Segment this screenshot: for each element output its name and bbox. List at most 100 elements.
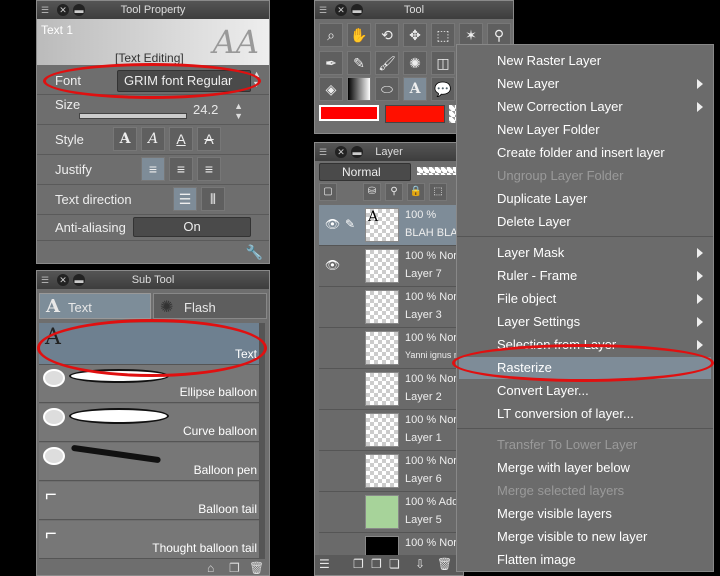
- shape-icon[interactable]: ⬭: [375, 77, 399, 101]
- fill-icon[interactable]: ◈: [319, 77, 343, 101]
- text-icon[interactable]: A: [403, 77, 427, 101]
- grip-icon[interactable]: ☰: [318, 5, 328, 15]
- align-left-icon[interactable]: ≡: [141, 157, 165, 181]
- menu-item-create-folder-insert[interactable]: Create folder and insert layer: [497, 145, 665, 160]
- new-vector-icon[interactable]: ❐: [371, 557, 382, 571]
- layer-row[interactable]: 100 % Nor Layer 2: [319, 369, 463, 410]
- zoom-icon[interactable]: ⌕: [319, 23, 343, 47]
- menu-item-new-layer[interactable]: New Layer: [497, 76, 559, 91]
- brush-icon[interactable]: 🖌: [375, 51, 399, 75]
- close-icon[interactable]: ✕: [335, 146, 347, 158]
- menu-item-duplicate-layer[interactable]: Duplicate Layer: [497, 191, 587, 206]
- vertical-text-icon[interactable]: ⦀: [201, 187, 225, 211]
- blend-mode-select[interactable]: Normal: [319, 163, 411, 181]
- layer-thumbnail: [365, 413, 399, 447]
- sub-tool-titlebar[interactable]: ☰ ✕ ▬ Sub Tool: [37, 271, 269, 289]
- pencil-icon[interactable]: ✎: [347, 51, 371, 75]
- edit-pen-icon[interactable]: ✎: [345, 217, 355, 231]
- gradient-icon[interactable]: [347, 77, 371, 101]
- visibility-eye-icon[interactable]: 👁: [325, 258, 340, 272]
- subtool-balloon-pen[interactable]: Balloon pen: [39, 443, 261, 481]
- new-raster-icon[interactable]: ❐: [353, 557, 364, 571]
- menu-item-flatten-image[interactable]: Flatten image: [497, 552, 576, 567]
- menu-item-new-correction-layer[interactable]: New Correction Layer: [497, 99, 623, 114]
- delete-layer-icon[interactable]: 🗑: [437, 557, 452, 571]
- layer-row[interactable]: 100 % Nor: [319, 533, 463, 555]
- layer-row[interactable]: 100 % Nor Layer 1: [319, 410, 463, 451]
- menu-item-new-layer-folder[interactable]: New Layer Folder: [497, 122, 600, 137]
- sub-color-swatch[interactable]: [385, 105, 445, 123]
- subtool-thought-balloon-tail[interactable]: ⌐ Thought balloon tail: [39, 521, 261, 559]
- eraser-icon[interactable]: ◫: [431, 51, 455, 75]
- hand-icon[interactable]: ✋: [347, 23, 371, 47]
- close-icon[interactable]: ✕: [57, 274, 69, 286]
- layer-row[interactable]: 100 % Add Layer 5: [319, 492, 463, 533]
- menu-item-merge-visible[interactable]: Merge visible layers: [497, 506, 612, 521]
- menu-item-new-raster-layer[interactable]: New Raster Layer: [497, 53, 601, 68]
- italic-icon[interactable]: A: [141, 127, 165, 151]
- main-color-swatch[interactable]: [319, 105, 379, 121]
- add-subtool-icon[interactable]: ⌂: [207, 561, 214, 575]
- layer-row[interactable]: 👁 100 % Nor Layer 7: [319, 246, 463, 287]
- copy-subtool-icon[interactable]: ❐: [229, 561, 240, 575]
- tool-titlebar[interactable]: ☰ ✕ ▬ Tool: [315, 1, 513, 19]
- wrench-icon[interactable]: 🔧: [246, 244, 263, 261]
- opacity-slider[interactable]: [417, 167, 457, 175]
- menu-item-lt-conversion[interactable]: LT conversion of layer...: [497, 406, 634, 421]
- tab-text[interactable]: A Text: [39, 293, 151, 319]
- delete-subtool-icon[interactable]: 🗑: [249, 561, 264, 575]
- size-stepper-icon[interactable]: ▲ ▼: [234, 101, 243, 121]
- horizontal-text-icon[interactable]: ☰: [173, 187, 197, 211]
- size-slider[interactable]: [79, 113, 187, 119]
- close-icon[interactable]: ✕: [335, 4, 347, 16]
- airbrush-icon[interactable]: ✺: [403, 51, 427, 75]
- menu-item-file-object[interactable]: File object: [497, 291, 556, 306]
- menu-item-layer-mask[interactable]: Layer Mask: [497, 245, 564, 260]
- align-right-icon[interactable]: ≡: [197, 157, 221, 181]
- layer-row[interactable]: 👁 ✎ A 100 % BLAH BLAH B: [319, 205, 463, 246]
- align-center-icon[interactable]: ≡: [169, 157, 193, 181]
- antialias-select[interactable]: On: [133, 217, 251, 237]
- menu-item-layer-settings[interactable]: Layer Settings: [497, 314, 580, 329]
- tool-property-titlebar[interactable]: ☰ ✕ ▬ Tool Property: [37, 1, 269, 19]
- menu-item-delete-layer[interactable]: Delete Layer: [497, 214, 571, 229]
- grip-icon[interactable]: ☰: [40, 5, 50, 15]
- layer-lock-icon[interactable]: 🔒: [407, 183, 425, 201]
- new-folder-icon[interactable]: ❏: [389, 557, 400, 571]
- subtool-scrollbar[interactable]: [259, 323, 265, 559]
- subtool-curve-balloon[interactable]: Curve balloon: [39, 404, 261, 442]
- minimize-icon[interactable]: ▬: [73, 4, 85, 16]
- visibility-eye-icon[interactable]: 👁: [325, 217, 340, 231]
- merge-down-icon[interactable]: ⇩: [415, 557, 425, 571]
- layer-titlebar[interactable]: ☰ ✕ ▬ Layer: [315, 143, 463, 161]
- underline-icon[interactable]: A: [169, 127, 193, 151]
- minimize-icon[interactable]: ▬: [351, 146, 363, 158]
- menu-item-ruler-frame[interactable]: Ruler - Frame: [497, 268, 577, 283]
- layer-color-icon[interactable]: ▢: [319, 183, 337, 201]
- layer-row[interactable]: 100 % Nor Layer 6: [319, 451, 463, 492]
- bold-icon[interactable]: A: [113, 127, 137, 151]
- layer-row[interactable]: 100 % Nor Layer 3: [319, 287, 463, 328]
- layer-lock-alpha-icon[interactable]: ⬚: [429, 183, 447, 201]
- select-icon[interactable]: ⬚: [431, 23, 455, 47]
- subtool-balloon-tail[interactable]: ⌐ Balloon tail: [39, 482, 261, 520]
- size-value[interactable]: 24.2: [193, 102, 218, 117]
- menu-item-merge-below[interactable]: Merge with layer below: [497, 460, 630, 475]
- balloon-tool-icon[interactable]: 💬: [431, 77, 455, 101]
- strikethrough-icon[interactable]: A: [197, 127, 221, 151]
- minimize-icon[interactable]: ▬: [73, 274, 85, 286]
- pen-icon[interactable]: ✒: [319, 51, 343, 75]
- layer-clip-icon[interactable]: ⛁: [363, 183, 381, 201]
- menu-item-convert-layer[interactable]: Convert Layer...: [497, 383, 589, 398]
- layer-stack-icon[interactable]: ☰: [319, 557, 330, 571]
- layer-ref-icon[interactable]: ⚲: [385, 183, 403, 201]
- minimize-icon[interactable]: ▬: [351, 4, 363, 16]
- grip-icon[interactable]: ☰: [40, 275, 50, 285]
- layer-row[interactable]: 100 % Nor Yanni ignus m: [319, 328, 463, 369]
- move-icon[interactable]: ✥: [403, 23, 427, 47]
- grip-icon[interactable]: ☰: [318, 147, 328, 157]
- rotate-icon[interactable]: ⟲: [375, 23, 399, 47]
- close-icon[interactable]: ✕: [57, 4, 69, 16]
- tab-flash[interactable]: ✺ Flash: [153, 293, 267, 319]
- menu-item-merge-visible-new[interactable]: Merge visible to new layer: [497, 529, 647, 544]
